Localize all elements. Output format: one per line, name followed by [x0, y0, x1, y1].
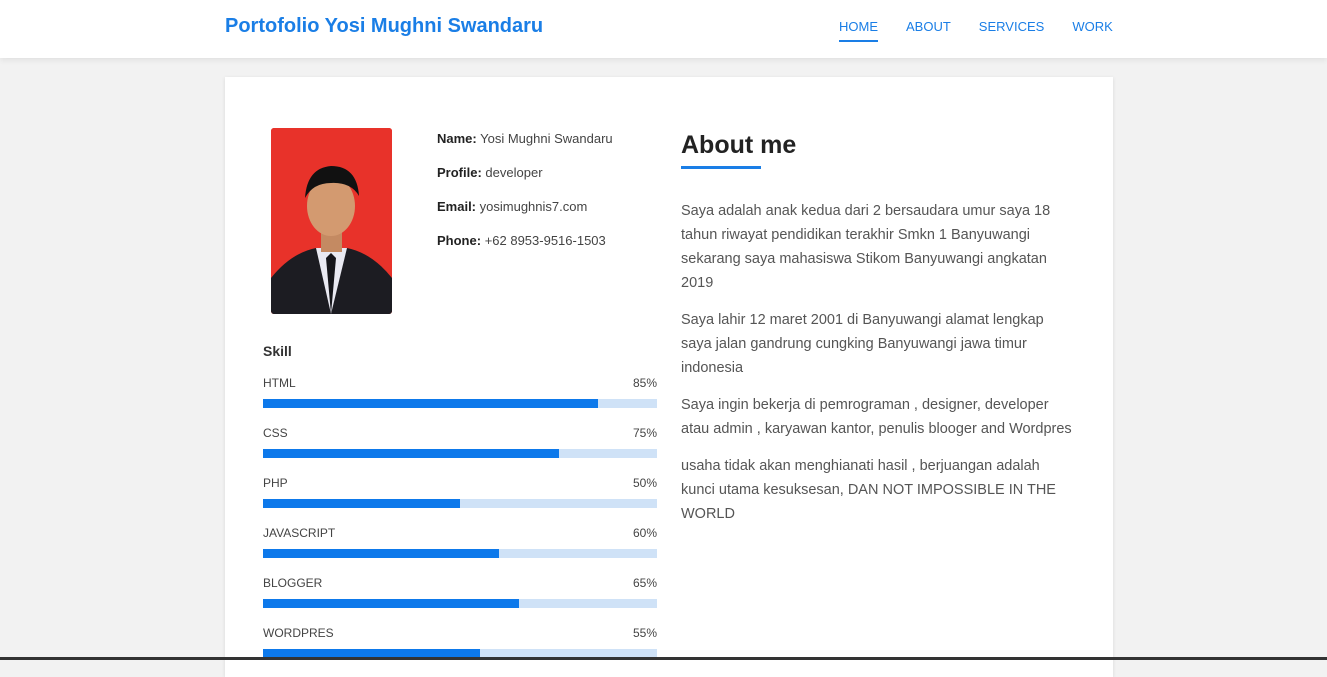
info-name-value: Yosi Mughni Swandaru: [480, 131, 613, 146]
progress-track: [263, 549, 657, 558]
info-phone-key: Phone:: [437, 233, 482, 248]
info-profile-value: developer: [485, 165, 543, 180]
skill-percent: 85%: [632, 376, 657, 390]
info-name: Name: Yosi Mughni Swandaru: [437, 131, 613, 165]
skill-name: WORDPRES: [263, 626, 334, 640]
profile-info: Name: Yosi Mughni Swandaru Profile: deve…: [437, 131, 613, 267]
skill-percent: 75%: [632, 426, 657, 440]
progress-fill: [263, 399, 598, 408]
info-email-value: yosimughnis7.com: [479, 199, 588, 214]
skill-name: BLOGGER: [263, 576, 323, 590]
about-title: About me: [681, 131, 797, 159]
progress-track: [263, 399, 657, 408]
profile-card: Name: Yosi Mughni Swandaru Profile: deve…: [225, 77, 1113, 677]
skill-php: PHP 50%: [263, 476, 657, 526]
skill-title: Skill: [263, 343, 292, 359]
about-paragraph: Saya lahir 12 maret 2001 di Banyuwangi a…: [681, 312, 1044, 376]
nav-work[interactable]: WORK: [1072, 19, 1112, 40]
info-profile: Profile: developer: [437, 165, 613, 199]
info-phone-value: +62 8953-9516-1503: [484, 233, 606, 248]
skill-wordpres: WORDPRES 55%: [263, 626, 657, 676]
info-email: Email: yosimughnis7.com: [437, 199, 613, 233]
nav-services[interactable]: SERVICES: [979, 19, 1045, 40]
about-text: Saya adalah anak kedua dari 2 bersaudara…: [681, 199, 1076, 539]
info-name-key: Name:: [437, 131, 477, 146]
skill-percent: 50%: [632, 476, 657, 490]
about-paragraph: Saya adalah anak kedua dari 2 bersaudara…: [681, 203, 1051, 291]
skill-percent: 55%: [632, 626, 657, 640]
skill-javascript: JAVASCRIPT 60%: [263, 526, 657, 576]
progress-track: [263, 599, 657, 608]
skill-css: CSS 75%: [263, 426, 657, 476]
skill-name: CSS: [263, 426, 288, 440]
profile-photo: [271, 128, 392, 314]
about-paragraph: usaha tidak akan menghianati hasil , ber…: [681, 458, 1056, 522]
brand-link[interactable]: Portofolio Yosi Mughni Swandaru: [225, 15, 543, 38]
about-paragraph: Saya ingin bekerja di pemrograman , desi…: [681, 397, 1072, 437]
skill-blogger: BLOGGER 65%: [263, 576, 657, 626]
about-underline: [681, 166, 761, 169]
skill-name: PHP: [263, 476, 288, 490]
progress-fill: [263, 549, 500, 558]
progress-fill: [263, 599, 520, 608]
skill-list: HTML 85% CSS 75% PHP 50% JAVASCRIPT 60% …: [263, 376, 657, 676]
info-phone: Phone: +62 8953-9516-1503: [437, 233, 613, 267]
progress-track: [263, 499, 657, 508]
info-email-key: Email:: [437, 199, 477, 214]
nav-home[interactable]: HOME: [839, 19, 878, 42]
nav-about[interactable]: ABOUT: [906, 19, 951, 40]
skill-percent: 60%: [632, 526, 657, 540]
navbar: Portofolio Yosi Mughni Swandaru HOME ABO…: [0, 0, 1327, 58]
skill-name: JAVASCRIPT: [263, 526, 336, 540]
info-profile-key: Profile:: [437, 165, 482, 180]
progress-fill: [263, 499, 460, 508]
skill-html: HTML 85%: [263, 376, 657, 426]
skill-percent: 65%: [632, 576, 657, 590]
person-photo-icon: [271, 128, 392, 314]
nav-menu: HOME ABOUT SERVICES WORK: [839, 19, 1113, 42]
skill-name: HTML: [263, 376, 296, 390]
progress-fill: [263, 449, 559, 458]
progress-track: [263, 449, 657, 458]
